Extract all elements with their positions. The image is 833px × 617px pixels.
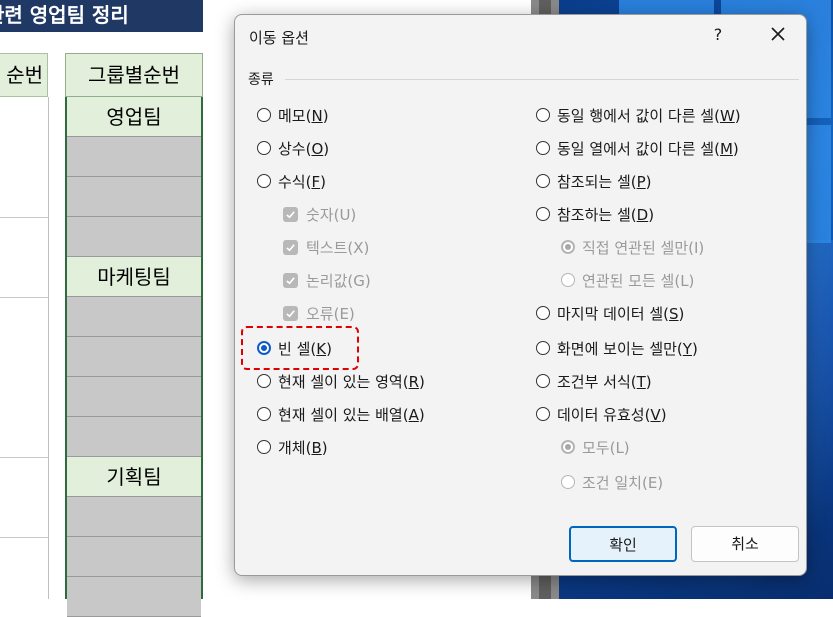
checkbox-label: 오류(E) — [306, 304, 355, 323]
checkbox-logicals[interactable]: 논리값(G) — [283, 269, 371, 291]
column-a-border — [48, 97, 49, 599]
option-visible-cells[interactable]: 화면에 보이는 셀만(Y) — [536, 337, 698, 359]
blank-cell[interactable] — [67, 577, 201, 617]
checkbox-label: 텍스트(X) — [306, 238, 370, 257]
sheet-banner: 관련 영업팀 정리 — [0, 0, 203, 32]
option-direct-only[interactable]: 직접 연관된 셀만(I) — [561, 236, 704, 258]
radio-icon — [257, 374, 271, 388]
option-validation-same[interactable]: 조건 일치(E) — [561, 471, 663, 493]
option-label: 현재 셀이 있는 영역(R) — [278, 372, 425, 391]
checkbox-checked-icon — [283, 206, 298, 222]
cell-border — [0, 537, 48, 538]
option-label: 수식(F) — [278, 172, 326, 191]
checkbox-errors[interactable]: 오류(E) — [283, 302, 355, 324]
option-label: 데이터 유효성(V) — [557, 405, 667, 424]
radio-icon — [536, 207, 550, 221]
option-column-differences[interactable]: 동일 열에서 값이 다른 셀(M) — [536, 137, 739, 159]
option-comments[interactable]: 메모(N) — [257, 104, 329, 126]
checkbox-numbers[interactable]: 숫자(U) — [283, 203, 356, 225]
option-label: 조건부 서식(T) — [557, 372, 652, 391]
blank-cell[interactable] — [67, 417, 201, 457]
option-blanks[interactable]: 빈 셀(K) — [257, 337, 332, 359]
radio-icon — [257, 108, 271, 122]
go-to-special-dialog: 이동 옵션 ? 종류 메모(N) 상수(O) 수식(F) 숫자(U) 텍스트(X… — [234, 14, 807, 576]
checkbox-checked-icon — [283, 272, 298, 288]
blank-cell[interactable] — [67, 177, 201, 217]
checkbox-label: 논리값(G) — [306, 271, 371, 290]
blank-cell[interactable] — [67, 377, 201, 417]
radio-icon — [536, 407, 550, 421]
radio-selected-icon — [561, 440, 575, 454]
radio-icon — [536, 374, 550, 388]
option-current-array[interactable]: 현재 셀이 있는 배열(A) — [257, 403, 425, 425]
radio-icon — [536, 341, 550, 355]
option-label: 동일 행에서 값이 다른 셀(W) — [557, 106, 741, 125]
option-label: 동일 열에서 값이 다른 셀(M) — [557, 139, 739, 158]
group-cell-marketing[interactable]: 마케팅팀 — [67, 257, 201, 297]
option-label: 모두(L) — [582, 438, 630, 457]
option-last-cell[interactable]: 마지막 데이터 셀(S) — [536, 302, 684, 324]
option-constants[interactable]: 상수(O) — [257, 137, 329, 159]
radio-icon — [536, 306, 550, 320]
radio-icon — [257, 174, 271, 188]
blank-cell[interactable] — [67, 297, 201, 337]
option-label: 개체(B) — [278, 438, 328, 457]
option-label: 빈 셀(K) — [278, 339, 332, 358]
option-label: 메모(N) — [278, 106, 329, 125]
option-label: 화면에 보이는 셀만(Y) — [557, 339, 698, 358]
dialog-title: 이동 옵션 — [249, 29, 309, 47]
option-conditional-formats[interactable]: 조건부 서식(T) — [536, 370, 652, 392]
checkbox-checked-icon — [283, 305, 298, 321]
option-label: 참조하는 셀(D) — [557, 205, 655, 224]
radio-icon — [536, 141, 550, 155]
radio-icon — [536, 108, 550, 122]
option-data-validation[interactable]: 데이터 유효성(V) — [536, 403, 667, 425]
cancel-button[interactable]: 취소 — [691, 526, 799, 562]
option-current-region[interactable]: 현재 셀이 있는 영역(R) — [257, 370, 425, 392]
option-label: 상수(O) — [278, 139, 330, 158]
option-label: 연관된 모든 셀(L) — [582, 271, 695, 290]
group-number-header[interactable]: 그룹별순번 — [65, 53, 203, 97]
group-cell-planning[interactable]: 기획팀 — [67, 457, 201, 497]
radio-icon — [536, 174, 550, 188]
group-column: 영업팀 마케팅팀 기획팀 — [65, 97, 203, 617]
cell-border — [0, 217, 48, 218]
option-label: 마지막 데이터 셀(S) — [557, 304, 685, 323]
option-dependents[interactable]: 참조하는 셀(D) — [536, 203, 654, 225]
group-label: 종류 — [248, 72, 274, 88]
blank-cell[interactable] — [67, 497, 201, 537]
radio-icon — [257, 407, 271, 421]
option-row-differences[interactable]: 동일 행에서 값이 다른 셀(W) — [536, 104, 741, 126]
ok-button[interactable]: 확인 — [569, 526, 677, 562]
checkbox-label: 숫자(U) — [306, 205, 357, 224]
option-label: 직접 연관된 셀만(I) — [582, 238, 705, 257]
blank-cell[interactable] — [67, 217, 201, 257]
cell-border — [0, 297, 48, 298]
checkbox-text[interactable]: 텍스트(X) — [283, 236, 369, 258]
radio-selected-icon — [257, 341, 271, 355]
close-icon[interactable] — [765, 21, 791, 47]
blank-cell[interactable] — [67, 537, 201, 577]
column-a-header[interactable]: 순번 — [0, 53, 48, 97]
option-all-levels[interactable]: 연관된 모든 셀(L) — [561, 269, 694, 291]
radio-icon — [257, 141, 271, 155]
blank-cell[interactable] — [67, 337, 201, 377]
radio-icon — [257, 440, 271, 454]
cell-border — [0, 457, 48, 458]
option-label: 조건 일치(E) — [582, 473, 664, 492]
blank-cell[interactable] — [67, 137, 201, 177]
radio-icon — [561, 475, 575, 489]
group-divider — [285, 79, 799, 80]
option-validation-all[interactable]: 모두(L) — [561, 436, 630, 458]
group-cell-sales[interactable]: 영업팀 — [67, 97, 201, 137]
option-label: 참조되는 셀(P) — [557, 172, 652, 191]
help-icon[interactable]: ? — [708, 25, 728, 44]
option-precedents[interactable]: 참조되는 셀(P) — [536, 170, 652, 192]
checkbox-checked-icon — [283, 239, 298, 255]
radio-icon — [561, 273, 575, 287]
option-objects[interactable]: 개체(B) — [257, 436, 328, 458]
option-label: 현재 셀이 있는 배열(A) — [278, 405, 425, 424]
radio-selected-icon — [561, 240, 575, 254]
option-formulas[interactable]: 수식(F) — [257, 170, 326, 192]
